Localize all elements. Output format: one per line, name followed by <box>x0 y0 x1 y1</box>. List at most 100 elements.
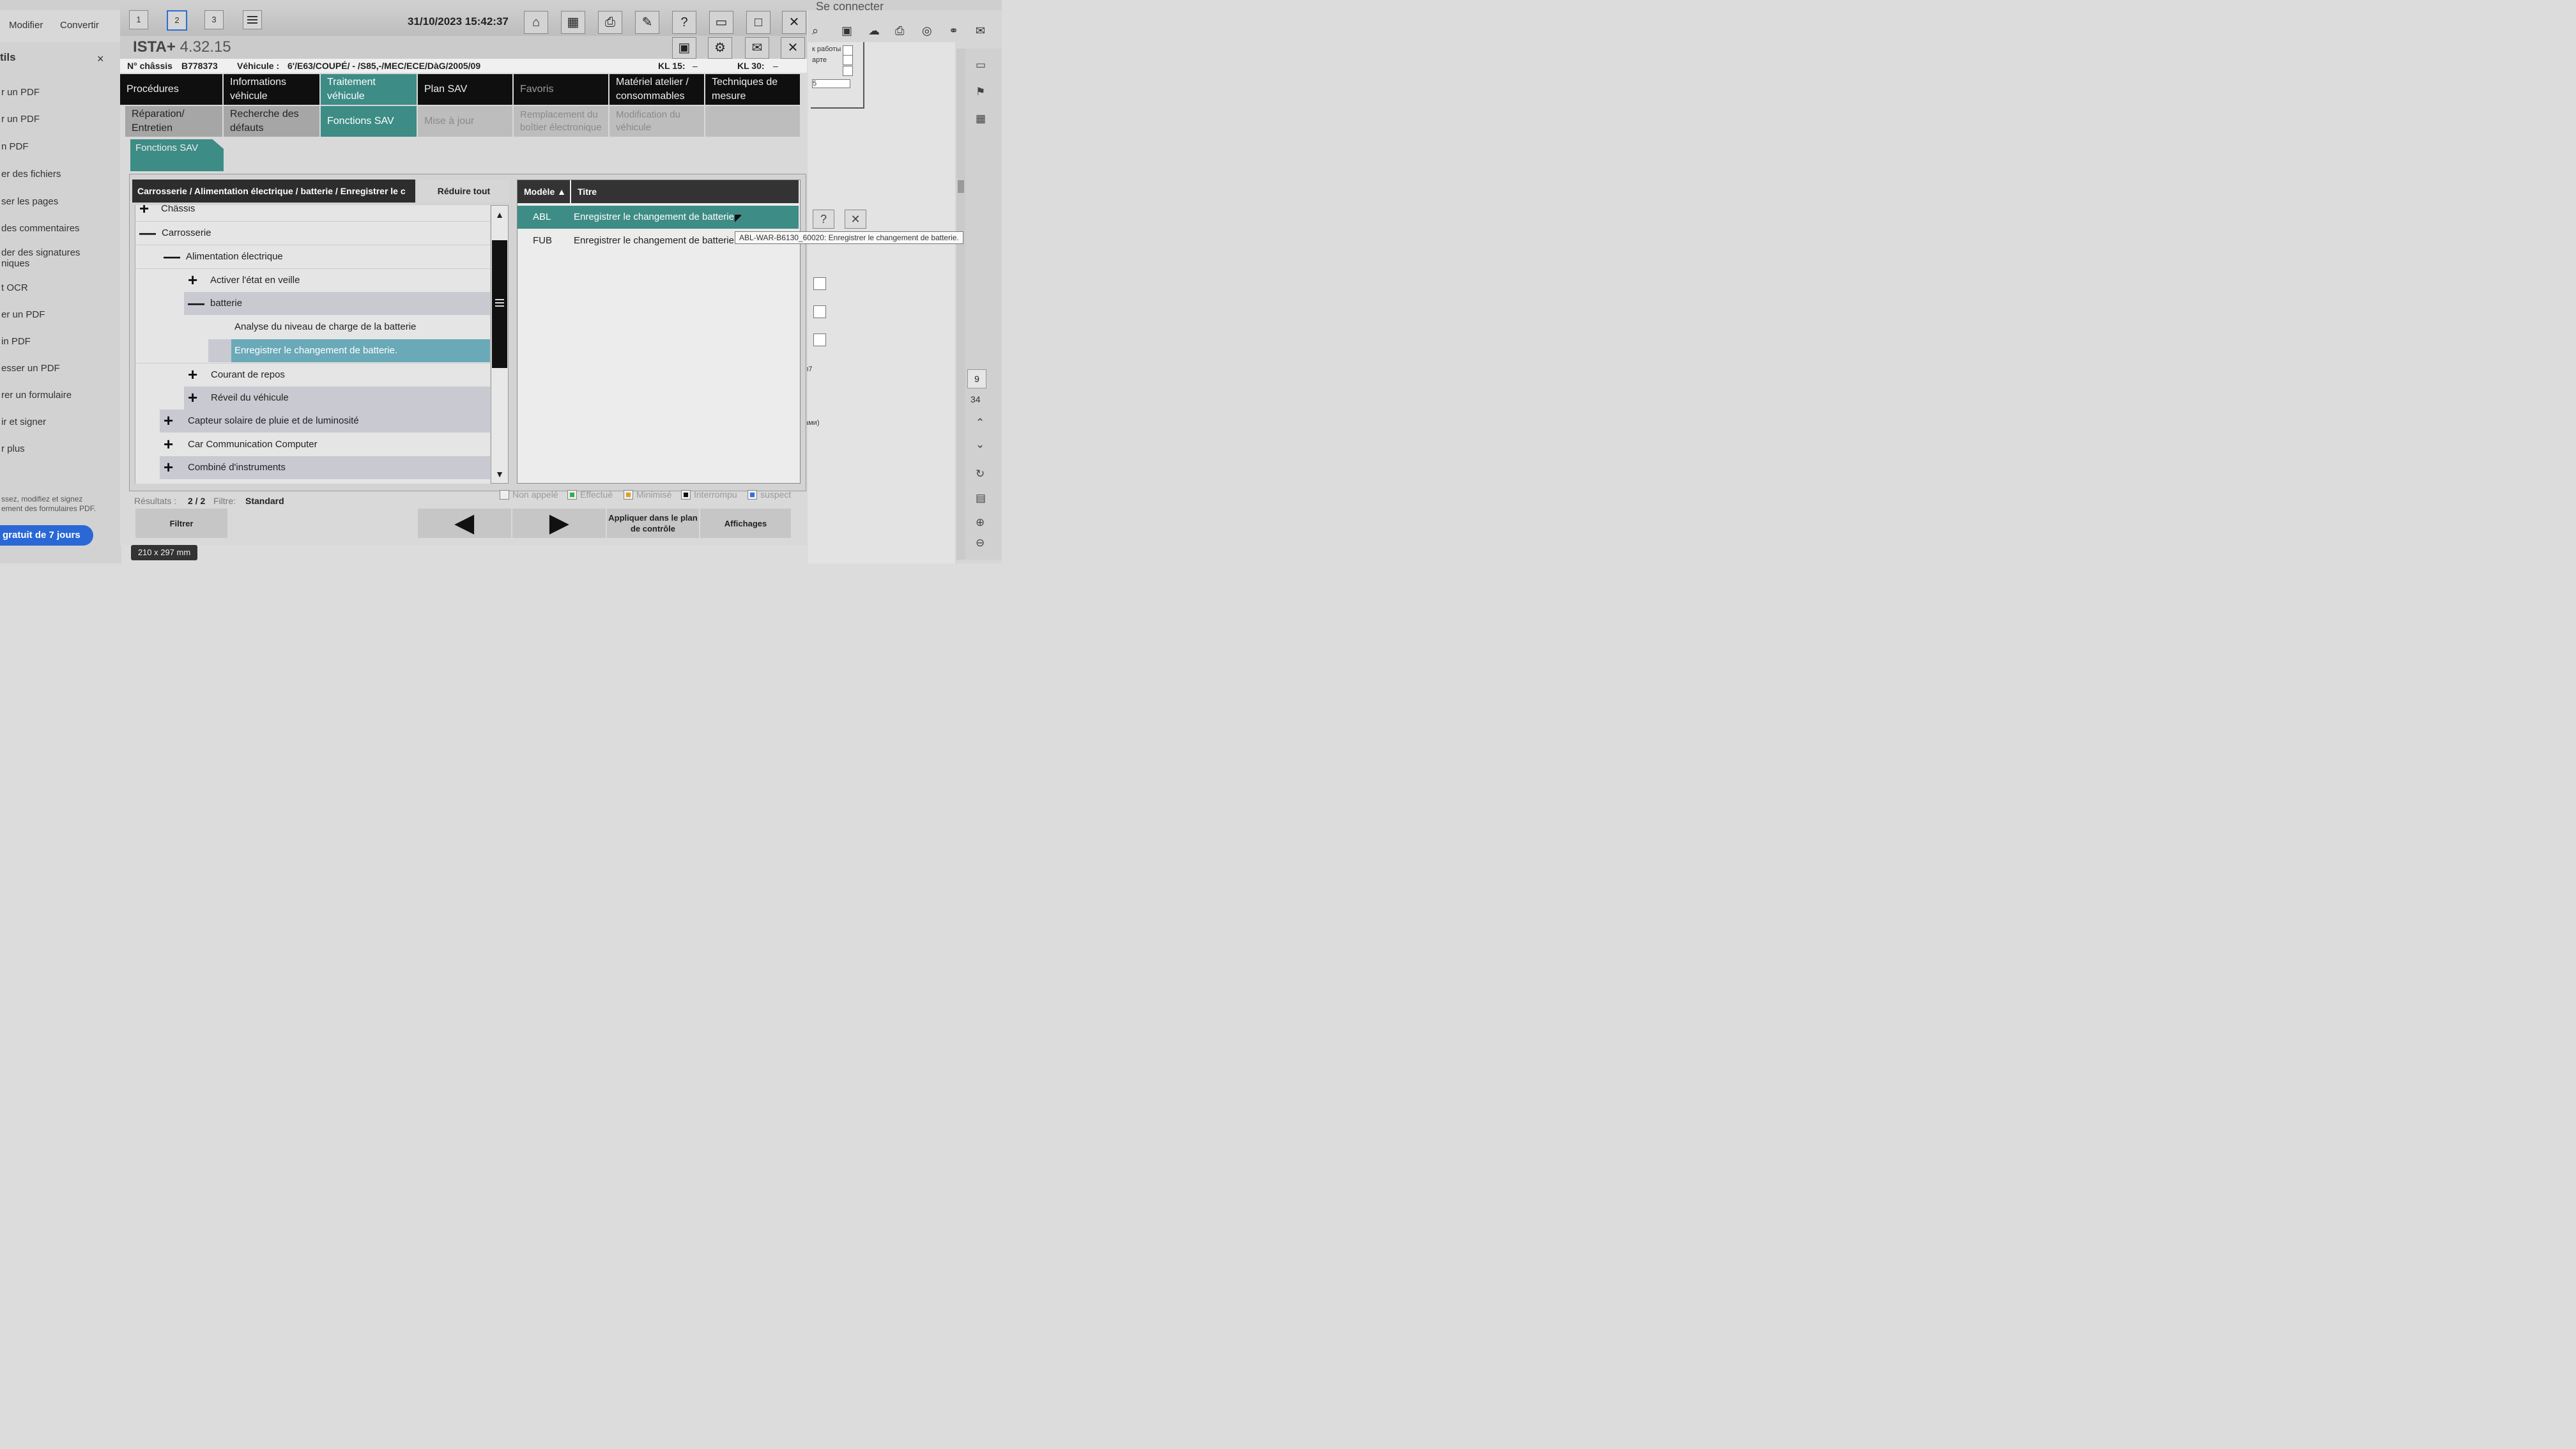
share-icon[interactable]: ◎ <box>922 24 932 38</box>
tool-item[interactable]: t OCR <box>1 282 119 293</box>
chevron-down-icon[interactable]: ⌄ <box>976 438 985 451</box>
gear-icon[interactable]: ⚙ <box>708 37 732 59</box>
form-select[interactable]: 5 <box>812 79 850 88</box>
minimize-icon[interactable]: ▭ <box>709 11 733 34</box>
tool-item[interactable]: ser les pages <box>1 196 119 207</box>
page-number[interactable]: 9 <box>967 369 986 388</box>
clipboard-icon[interactable]: ▣ <box>672 37 696 59</box>
close-icon[interactable]: × <box>97 52 104 66</box>
tool-item[interactable]: er un PDF <box>1 309 119 320</box>
bookmark-icon[interactable]: ⚑ <box>976 86 985 98</box>
tab-fault-search[interactable]: Recherche des défauts <box>224 106 319 137</box>
scroll-down-icon[interactable]: ▼ <box>491 465 508 483</box>
page-tab-2[interactable]: 2 <box>167 10 187 31</box>
page-tab-1[interactable]: 1 <box>129 10 148 29</box>
close-window-icon[interactable]: ✕ <box>782 11 806 34</box>
expand-icon[interactable]: + <box>188 388 197 407</box>
tab-service-plan[interactable]: Plan SAV <box>418 74 512 105</box>
scroll-thumb[interactable] <box>492 240 507 368</box>
zoom-out-icon[interactable]: ⊖ <box>976 537 985 549</box>
link-icon[interactable]: ⚭ <box>949 24 958 38</box>
tab-vehicle-processing[interactable]: Traitement véhicule <box>321 74 417 105</box>
tab-ecu-replacement[interactable]: Remplacement du boîtier électronique <box>514 106 608 137</box>
collapse-icon[interactable]: — <box>139 223 156 242</box>
tool-item[interactable]: r plus <box>1 443 119 454</box>
tab-service-functions[interactable]: Fonctions SAV <box>321 106 417 137</box>
tree-item-selected[interactable]: Enregistrer le changement de batterie. <box>135 339 490 362</box>
apply-to-plan-button[interactable]: Appliquer dans le plan de contrôle <box>607 509 699 538</box>
tree-item[interactable]: + Capteur solaire de pluie et de luminos… <box>135 410 490 433</box>
column-header-model[interactable]: Modèle ▲ <box>518 180 570 203</box>
refresh-icon[interactable]: ↻ <box>976 468 985 480</box>
tree-item[interactable]: + Combiné d'instruments <box>135 456 490 479</box>
tab-favorites[interactable]: Favoris <box>514 74 608 105</box>
form-checkbox[interactable] <box>843 45 853 56</box>
tab-vehicle-modification[interactable]: Modification du véhicule <box>610 106 704 137</box>
expand-icon[interactable]: + <box>164 434 173 454</box>
mail-icon[interactable]: ✉ <box>745 37 769 59</box>
maximize-icon[interactable]: □ <box>746 11 770 34</box>
menu-modifier[interactable]: Modifier <box>9 20 43 31</box>
expand-icon[interactable]: + <box>188 270 197 289</box>
expand-icon[interactable]: + <box>139 205 149 218</box>
close-icon[interactable]: ✕ <box>845 210 866 229</box>
tree-scrollbar[interactable]: ▲ ▼ <box>491 205 509 484</box>
tool-item[interactable]: esser un PDF <box>1 363 119 374</box>
tab-procedures[interactable]: Procédures <box>120 74 222 105</box>
tab-update[interactable]: Mise à jour <box>418 106 512 137</box>
table-row-selected[interactable]: ABL Enregistrer le changement de batteri… <box>518 206 799 229</box>
tree-item[interactable]: + Courant de repos <box>135 363 490 387</box>
print-icon[interactable]: ⎙ <box>895 24 904 38</box>
tree-item[interactable]: — batterie <box>135 292 490 315</box>
upload-icon[interactable]: ☁ <box>868 24 880 38</box>
vehicle-id-icon[interactable]: ▦ <box>561 11 585 34</box>
chevron-up-icon[interactable]: ⌃ <box>976 417 985 429</box>
zoom-in-icon[interactable]: ⊕ <box>976 516 985 529</box>
form-checkbox[interactable] <box>843 55 853 65</box>
list-icon[interactable] <box>243 10 262 29</box>
form-checkbox[interactable] <box>813 277 826 290</box>
collapse-all-button[interactable]: Réduire tout <box>418 180 509 203</box>
tab-workshop-equipment[interactable]: Matériel atelier / consommables <box>610 74 704 105</box>
tool-item[interactable]: in PDF <box>1 336 119 347</box>
tree-item[interactable]: + Car Communication Computer <box>135 433 490 456</box>
column-header-title[interactable]: Titre <box>571 180 799 203</box>
form-checkbox[interactable] <box>813 305 826 318</box>
help-icon[interactable]: ? <box>813 210 834 229</box>
mail-icon[interactable]: ✉ <box>976 24 985 38</box>
tree-item[interactable]: — Carrosserie <box>135 221 490 245</box>
home-icon[interactable]: ⌂ <box>524 11 548 34</box>
tab-vehicle-info[interactable]: Informations véhicule <box>224 74 319 105</box>
help-icon[interactable]: ? <box>672 11 696 34</box>
form-checkbox[interactable] <box>843 66 853 76</box>
expand-icon[interactable]: + <box>164 411 173 430</box>
tool-item[interactable]: r un PDF <box>1 114 119 125</box>
save-icon[interactable]: ▣ <box>841 24 852 38</box>
tool-item[interactable]: r un PDF <box>1 87 119 98</box>
tab-repair-maintenance[interactable]: Réparation/ Entretien <box>125 106 222 137</box>
tree-item[interactable]: + Activer l'état en veille <box>135 268 490 292</box>
document-scrollbar[interactable] <box>956 49 965 560</box>
tree-item[interactable]: + Réveil du véhicule <box>135 387 490 410</box>
search-icon[interactable]: ⌕ <box>812 24 818 38</box>
close-icon[interactable]: ✕ <box>781 37 805 59</box>
tool-item[interactable]: er des fichiers <box>1 169 119 180</box>
displays-button[interactable]: Affichages <box>700 509 791 538</box>
scroll-up-icon[interactable]: ▲ <box>491 206 508 224</box>
tool-item[interactable]: n PDF <box>1 141 119 152</box>
printer-icon[interactable]: ⎙ <box>598 11 622 34</box>
collapse-icon[interactable]: — <box>188 293 204 312</box>
comment-icon[interactable]: ▭ <box>976 59 986 72</box>
form-checkbox[interactable] <box>813 334 826 346</box>
trial-button[interactable]: gratuit de 7 jours <box>0 525 93 546</box>
tree-item[interactable]: — Alimentation électrique <box>135 245 490 268</box>
previous-button[interactable]: ◀ <box>418 509 511 538</box>
tool-item[interactable]: ir et signer <box>1 417 119 427</box>
tool-item[interactable]: des commentaires <box>1 223 119 234</box>
tree-item[interactable]: Analyse du niveau de charge de la batter… <box>135 316 490 339</box>
collapse-icon[interactable]: — <box>164 247 180 266</box>
tree-item[interactable]: + Châssis <box>135 205 490 220</box>
tab-measurement[interactable]: Techniques de mesure <box>705 74 800 105</box>
service-functions-tab[interactable]: Fonctions SAV <box>130 139 224 171</box>
tool-item[interactable]: der des signatures niques <box>1 247 119 269</box>
